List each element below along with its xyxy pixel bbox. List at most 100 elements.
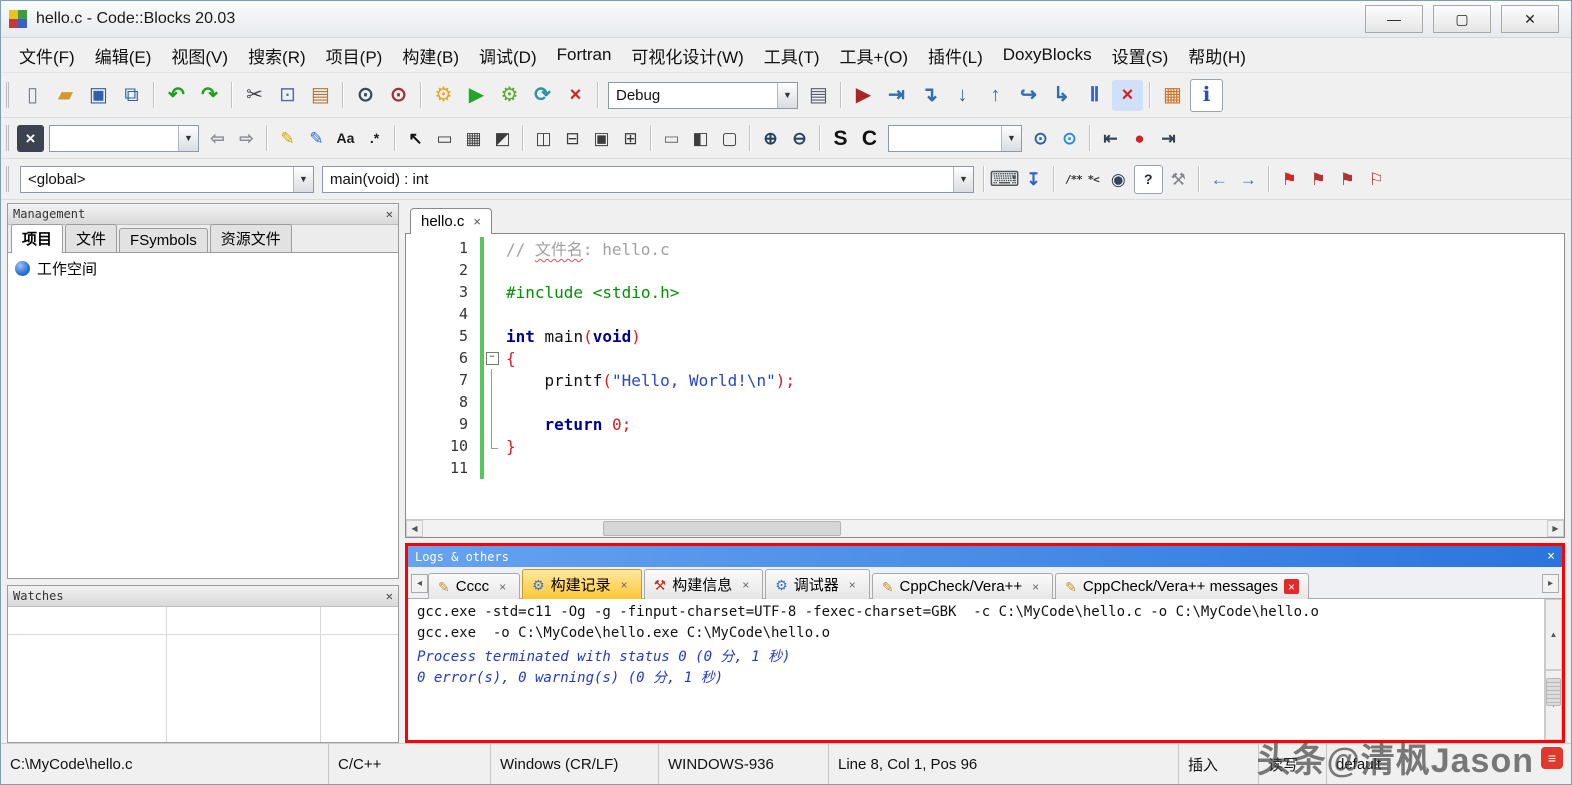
selected-text-pen-icon[interactable]: ✎ [303,125,330,152]
step-into-instruction-icon[interactable]: ↳ [1046,80,1077,111]
scrollbar-track[interactable] [423,520,1547,537]
regex-icon[interactable]: .* [361,125,388,152]
save-all-icon[interactable]: ⧉ [116,80,147,111]
toggle-bookmark-icon[interactable]: ⚑ [1276,166,1303,193]
chevron-down-icon[interactable]: ▼ [777,82,797,108]
scrollbar-thumb[interactable] [1546,677,1561,706]
break-debugger-icon[interactable]: Ⅱ [1079,80,1110,111]
find-icon[interactable]: ⊙ [350,80,381,111]
clear-bookmarks-icon[interactable]: ⚐ [1363,166,1390,193]
browse-back-icon[interactable]: ← [1206,166,1233,193]
debugging-windows-icon[interactable]: ▦ [1157,80,1188,111]
clear-search-icon[interactable]: × [17,124,44,152]
close-icon[interactable]: × [845,577,860,592]
split-panel-icon[interactable]: ◩ [489,125,516,152]
compiler-window-icon[interactable]: ▤ [803,80,834,111]
staticbox-sizer-icon[interactable]: ▣ [588,125,615,152]
close-icon[interactable]: ✕ [386,207,393,221]
logs-tab[interactable]: ✎ Cccc × [428,573,521,599]
undo-icon[interactable]: ↶ [161,80,192,111]
management-tab[interactable]: FSymbols [119,228,208,252]
scroll-right-button[interactable]: ▶ [1547,520,1564,537]
scrollbar-thumb[interactable] [602,521,841,536]
close-icon[interactable]: × [738,577,753,592]
fold-box-icon[interactable]: − [485,351,499,365]
zoom-out-icon[interactable]: ⊖ [786,125,813,152]
maximize-button[interactable]: ▢ [1433,5,1491,33]
next-line-icon[interactable]: ↴ [914,80,945,111]
search-symbol-icon[interactable]: ⊙ [1027,125,1054,152]
grid-sizer-icon[interactable]: ▦ [460,125,487,152]
menu-item[interactable]: DoxyBlocks [993,45,1102,65]
menu-item[interactable]: 可视化设计(W) [621,43,753,68]
grid-bag-sizer-icon[interactable]: ⊞ [617,125,644,152]
wrench-icon[interactable]: ⚒ [1165,166,1192,193]
run-icon[interactable]: ▶ [461,80,492,111]
doxygen-extract-icon[interactable]: ↧ [1020,166,1047,193]
management-tab[interactable]: 文件 [65,224,118,252]
tree-item-workspace[interactable]: 工作空间 [15,258,391,279]
open-file-icon[interactable]: ▰ [50,80,81,111]
help-icon[interactable]: ? [1133,164,1163,194]
browse-forward-icon[interactable]: → [1235,166,1262,193]
info-window-icon[interactable]: ℹ [1190,78,1223,112]
scroll-left-button[interactable]: ◀ [406,520,423,537]
menu-item[interactable]: 工具(T) [754,43,830,68]
jump-back-icon[interactable]: ⇤ [1097,125,1124,152]
hbox-sizer-icon[interactable]: ◫ [530,125,557,152]
logs-tab[interactable]: ⚙ 调试器 × [765,569,870,599]
redo-icon[interactable]: ↷ [194,80,225,111]
notebook-icon[interactable]: ◧ [687,125,714,152]
cut-icon[interactable]: ✂ [239,80,270,111]
vbox-sizer-icon[interactable]: ⊟ [559,125,586,152]
next-bookmark-icon[interactable]: ⚑ [1334,166,1361,193]
menu-item[interactable]: 编辑(E) [85,43,162,68]
function-select[interactable]: main(void) : int ▼ [322,165,974,193]
close-icon[interactable]: ✕ [386,589,393,603]
pointer-icon[interactable]: ↖ [402,125,429,152]
close-icon[interactable]: × [1547,549,1555,564]
match-case-icon[interactable]: Aa [332,125,359,152]
debug-continue-icon[interactable]: ▶ [848,80,879,111]
project-tree[interactable]: 工作空间 [8,253,398,578]
tab-scroll-left-button[interactable]: ◂ [411,574,428,593]
code-editor[interactable]: 1 // 文件名: hello.c 2 3 #include <stdio.h> 4 5 in… [405,233,1565,538]
build-and-run-icon[interactable]: ⚙ [494,80,525,111]
zoom-in-icon[interactable]: ⊕ [757,125,784,152]
prev-occurrence-icon[interactable]: ⇦ [204,125,231,152]
copy-icon[interactable]: ⊡ [272,80,303,111]
minimize-button[interactable]: — [1365,5,1423,33]
paste-icon[interactable]: ▤ [305,80,336,111]
chevron-down-icon[interactable]: ▼ [178,125,198,151]
show-sizers-icon[interactable]: S [827,125,854,152]
incremental-search-input[interactable]: ▼ [49,124,199,152]
panel-icon[interactable]: ▢ [716,125,743,152]
symbol-filter-select[interactable]: ▼ [888,124,1022,152]
chevron-down-icon[interactable]: ▼ [293,166,313,192]
build-icon[interactable]: ⚙ [428,80,459,111]
close-icon[interactable]: × [1283,579,1299,594]
highlight-pen-icon[interactable]: ✎ [274,125,301,152]
logs-tab[interactable]: ⚒ 构建信息 × [643,569,764,599]
management-tab[interactable]: 项目 [11,224,64,253]
next-instruction-icon[interactable]: ↪ [1013,80,1044,111]
tab-scroll-right-button[interactable]: ▸ [1542,574,1559,593]
stop-debugger-icon[interactable]: × [1112,79,1143,111]
watches-grid[interactable] [8,607,398,742]
logs-tab[interactable]: ✎ CppCheck/Vera++ messages × [1055,573,1309,599]
editor-tab-hello-c[interactable]: hello.c × [410,208,492,234]
menu-item[interactable]: 构建(B) [392,43,469,68]
close-icon[interactable]: × [495,579,510,594]
close-icon[interactable]: × [617,577,632,592]
menu-item[interactable]: 搜索(R) [238,43,316,68]
menu-item[interactable]: 插件(L) [918,43,993,68]
menu-item[interactable]: 工具+(O) [830,43,918,68]
keyboard-icon[interactable]: ⌨ [989,166,1019,193]
abort-build-icon[interactable]: × [560,80,591,111]
open-include-icon[interactable]: ⊙ [1056,125,1083,152]
menu-item[interactable]: 帮助(H) [1178,43,1256,68]
code-area[interactable]: 1 // 文件名: hello.c 2 3 #include <stdio.h> 4 5 in… [406,234,1564,519]
scroll-up-button[interactable]: ▲ [1545,599,1562,670]
chevron-down-icon[interactable]: ▼ [1001,125,1021,151]
menu-item[interactable]: 视图(V) [161,43,238,68]
